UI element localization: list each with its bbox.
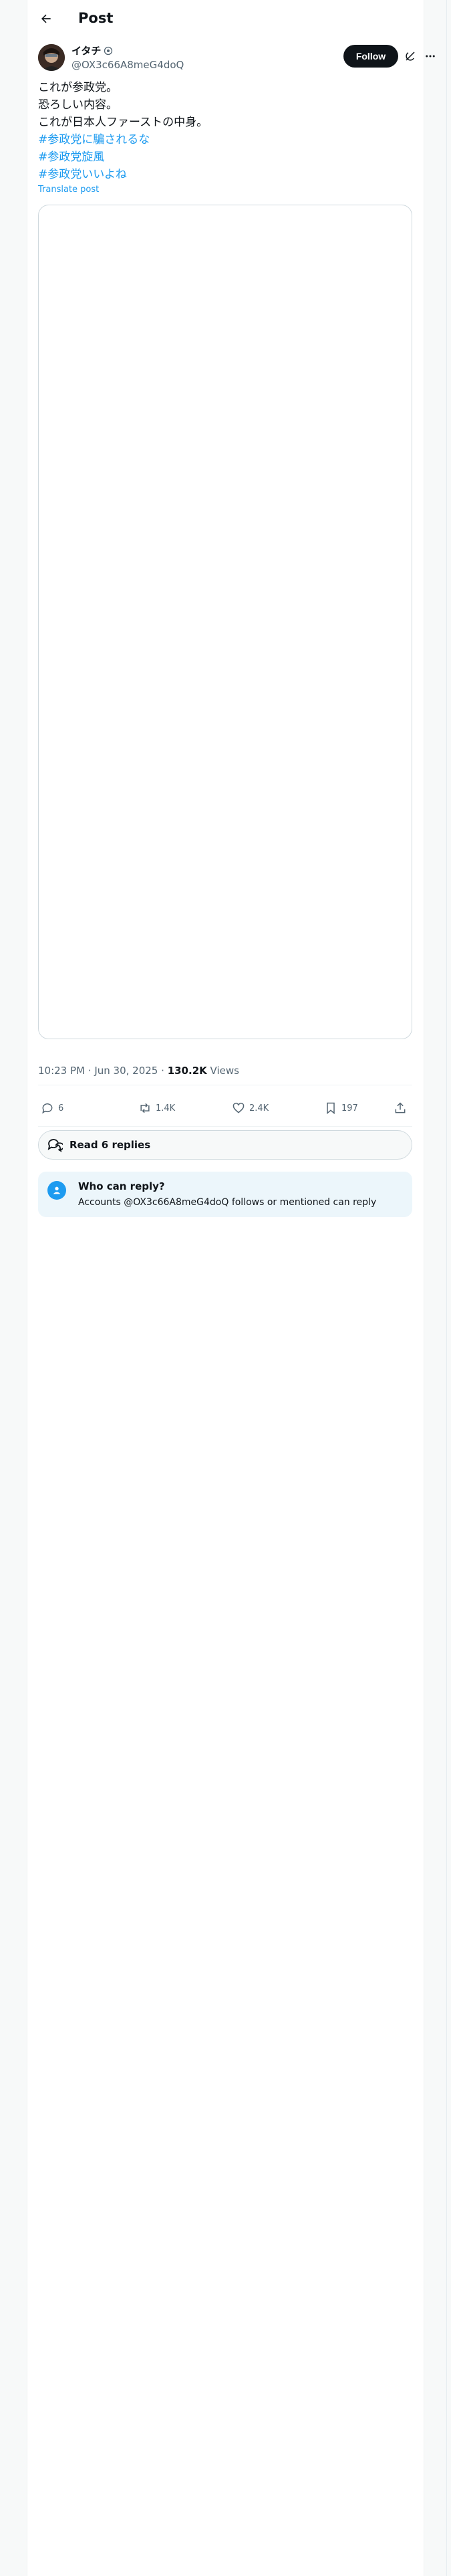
avatar[interactable]	[38, 44, 65, 71]
author-name-text: イタチ	[71, 45, 102, 57]
tweet-text: これが参政党。 恐ろしい内容。 これが日本人ファーストの中身。 #参政党に騙され…	[38, 79, 412, 183]
tweet-line: これが参政党。	[38, 81, 118, 94]
action-bar: 6 1.4K 2.4K 197	[38, 1090, 412, 1126]
hashtag-link[interactable]: #参政党旋風	[38, 148, 412, 166]
divider	[38, 1126, 412, 1127]
top-header: Post	[27, 0, 425, 37]
meta-separator: ·	[161, 1065, 164, 1077]
tweet-line: 恐ろしい内容。	[38, 98, 118, 112]
circle-badge-icon	[104, 46, 113, 56]
read-replies-button[interactable]: Read 6 replies	[38, 1130, 412, 1160]
read-replies-label: Read 6 replies	[69, 1139, 151, 1151]
like-count: 2.4K	[249, 1103, 269, 1113]
reply-count: 6	[58, 1103, 64, 1113]
page-title: Post	[78, 10, 114, 26]
author-name[interactable]: イタチ	[71, 44, 113, 58]
reply-button[interactable]: 6	[41, 1090, 63, 1126]
grok-button[interactable]	[402, 47, 419, 65]
arrow-left-icon	[41, 14, 51, 23]
bookmark-button[interactable]: 197	[324, 1090, 358, 1126]
avatar-image	[38, 44, 65, 71]
who-can-reply-panel: Who can reply? Accounts @OX3c66A8meG4doQ…	[38, 1172, 412, 1217]
views-label: Views	[210, 1065, 239, 1077]
grok-icon	[406, 51, 415, 61]
more-dots-icon	[426, 55, 435, 58]
more-button[interactable]	[422, 47, 439, 65]
who-can-reply-description: Accounts @OX3c66A8meG4doQ follows or men…	[78, 1197, 377, 1208]
back-button[interactable]	[33, 5, 59, 32]
post-date[interactable]: Jun 30, 2025	[94, 1065, 158, 1077]
author-handle[interactable]: @OX3c66A8meG4doQ	[71, 58, 184, 72]
meta-separator: ·	[88, 1065, 92, 1077]
views-count: 130.2K	[167, 1065, 207, 1077]
follow-button[interactable]: Follow	[343, 45, 398, 68]
share-icon	[395, 1102, 406, 1113]
repost-count: 1.4K	[156, 1103, 176, 1113]
person-icon	[47, 1181, 66, 1200]
share-button[interactable]	[394, 1090, 407, 1126]
who-can-reply-title: Who can reply?	[78, 1180, 165, 1192]
tweet-line: これが日本人ファーストの中身。	[38, 116, 208, 129]
translate-post-link[interactable]: Translate post	[38, 185, 99, 195]
right-divider	[446, 0, 447, 2576]
post-meta: 10:23 PM · Jun 30, 2025 · 130.2K Views	[38, 1064, 239, 1077]
repost-icon	[140, 1103, 150, 1113]
like-button[interactable]: 2.4K	[232, 1090, 269, 1126]
heart-icon	[233, 1102, 245, 1113]
reply-icon	[42, 1103, 53, 1114]
hashtag-link[interactable]: #参政党いいよね	[38, 166, 412, 183]
repost-button[interactable]: 1.4K	[138, 1090, 175, 1126]
tweet-media[interactable]	[38, 205, 412, 1039]
hashtag-link[interactable]: #参政党に騙されるな	[38, 131, 412, 148]
bookmark-count: 197	[341, 1103, 358, 1113]
post-page: Post イタチ @OX3c66A8meG4doQ Follow これが参政党。…	[27, 0, 435, 2576]
post-time[interactable]: 10:23 PM	[38, 1065, 85, 1077]
bookmark-icon	[327, 1102, 335, 1115]
chat-bubbles-icon	[47, 1139, 63, 1152]
